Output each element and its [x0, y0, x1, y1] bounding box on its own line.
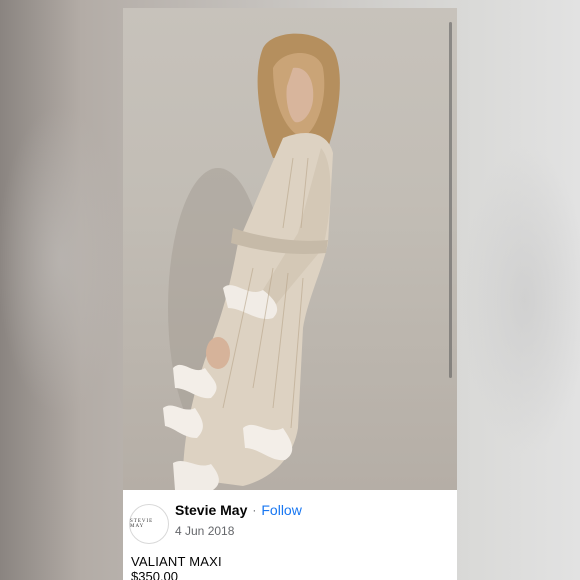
- separator-dot: ·: [252, 503, 257, 517]
- product-title: VALIANT MAXI: [131, 554, 222, 569]
- follow-button[interactable]: Follow: [261, 502, 301, 518]
- product-photo[interactable]: [123, 8, 457, 490]
- post-date[interactable]: 4 Jun 2018: [175, 524, 234, 538]
- scrollbar[interactable]: [449, 22, 452, 378]
- post-header: Stevie May · Follow: [175, 502, 302, 518]
- model-illustration: [163, 33, 340, 490]
- shop-logo-avatar[interactable]: STEVIE MAY: [129, 504, 169, 544]
- shop-logo: STEVIE MAY: [130, 519, 154, 529]
- post-info: STEVIE MAY Stevie May · Follow 4 Jun 201…: [123, 490, 457, 580]
- product-price: $350.00: [131, 569, 178, 580]
- post-card: STEVIE MAY Stevie May · Follow 4 Jun 201…: [123, 8, 457, 580]
- shop-name-link[interactable]: Stevie May: [175, 502, 247, 518]
